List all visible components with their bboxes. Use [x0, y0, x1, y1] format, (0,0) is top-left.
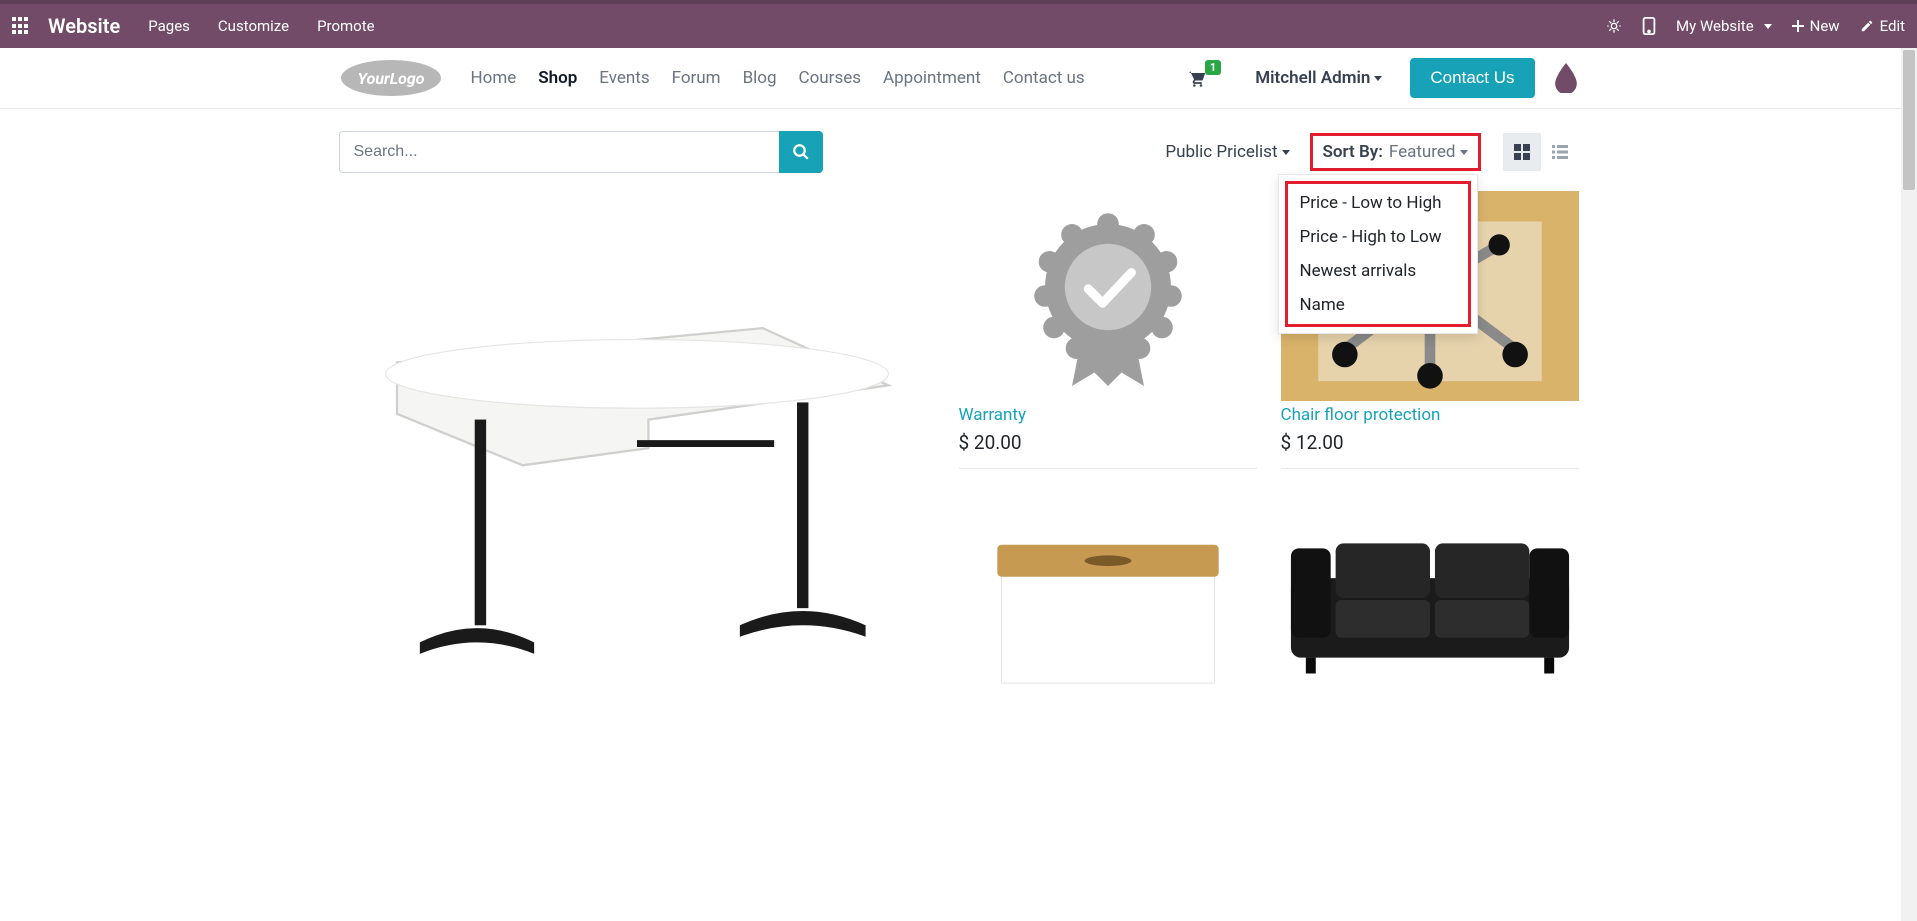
edit-label: Edit: [1880, 17, 1905, 35]
product-card-sofa[interactable]: [1281, 493, 1579, 703]
apps-icon[interactable]: [12, 17, 30, 35]
admin-menu-pages[interactable]: Pages: [148, 17, 190, 35]
user-dropdown[interactable]: Mitchell Admin: [1255, 68, 1382, 88]
view-toggle: [1503, 133, 1579, 171]
chevron-down-icon: [1460, 150, 1468, 155]
admin-menu-customize[interactable]: Customize: [218, 17, 289, 35]
new-label: New: [1810, 17, 1840, 35]
nav-courses[interactable]: Courses: [799, 68, 861, 88]
product-image: [1281, 493, 1579, 703]
pricelist-label: Public Pricelist: [1165, 142, 1277, 162]
sort-option-newest[interactable]: Newest arrivals: [1288, 254, 1468, 288]
site-logo[interactable]: YourLogo: [339, 58, 443, 98]
divider: [959, 468, 1257, 469]
mobile-icon[interactable]: [1642, 17, 1656, 35]
search-wrap: [339, 131, 823, 173]
website-selector-label: My Website: [1676, 17, 1754, 35]
admin-brand[interactable]: Website: [48, 14, 120, 38]
sort-by-dropdown[interactable]: Sort By: Featured Price - Low to High Pr…: [1310, 133, 1481, 171]
product-image: [959, 493, 1257, 703]
sort-by-value: Featured: [1389, 142, 1468, 162]
product-card-desk[interactable]: [339, 191, 935, 703]
search-input[interactable]: [339, 131, 779, 173]
cart-button[interactable]: 1: [1185, 68, 1207, 88]
product-image: [339, 191, 935, 671]
svg-text:YourLogo: YourLogo: [357, 69, 424, 88]
admin-menus: Pages Customize Promote: [148, 17, 374, 35]
site-nav: Home Shop Events Forum Blog Courses Appo…: [471, 68, 1085, 88]
edit-button[interactable]: Edit: [1860, 17, 1905, 35]
product-card-warranty[interactable]: Warranty $ 20.00: [959, 191, 1257, 469]
scrollbar-thumb[interactable]: [1903, 50, 1915, 190]
nav-appointment[interactable]: Appointment: [883, 68, 981, 88]
user-name: Mitchell Admin: [1255, 68, 1370, 88]
sort-dropdown-panel: Price - Low to High Price - High to Low …: [1278, 174, 1478, 334]
list-view-button[interactable]: [1541, 133, 1579, 171]
product-price: $ 12.00: [1281, 431, 1579, 454]
nav-forum[interactable]: Forum: [672, 68, 721, 88]
scrollbar[interactable]: [1901, 48, 1917, 921]
nav-blog[interactable]: Blog: [743, 68, 777, 88]
chevron-down-icon: [1764, 24, 1772, 29]
divider: [1281, 468, 1579, 469]
shop-toolbar: Public Pricelist Sort By: Featured Price…: [319, 131, 1599, 173]
cart-badge: 1: [1205, 60, 1221, 75]
website-selector[interactable]: My Website: [1676, 17, 1772, 35]
grid-view-button[interactable]: [1503, 133, 1541, 171]
product-image: [959, 191, 1257, 401]
contact-us-button[interactable]: Contact Us: [1410, 58, 1534, 98]
search-button[interactable]: [779, 131, 823, 173]
chevron-down-icon: [1282, 150, 1290, 155]
sort-option-price-desc[interactable]: Price - High to Low: [1288, 220, 1468, 254]
nav-events[interactable]: Events: [599, 68, 649, 88]
product-name[interactable]: Warranty: [959, 405, 1257, 425]
sort-by-label: Sort By:: [1323, 142, 1383, 162]
admin-bar: Website Pages Customize Promote My Websi…: [0, 0, 1917, 48]
product-price: $ 20.00: [959, 431, 1257, 454]
admin-menu-promote[interactable]: Promote: [317, 17, 375, 35]
sort-option-name[interactable]: Name: [1288, 288, 1468, 322]
product-name[interactable]: Chair floor protection: [1281, 405, 1579, 425]
chevron-down-icon: [1374, 76, 1382, 81]
pricelist-dropdown[interactable]: Public Pricelist: [1165, 142, 1289, 162]
nav-contact[interactable]: Contact us: [1003, 68, 1085, 88]
new-button[interactable]: New: [1792, 17, 1840, 35]
theme-color-drop-icon[interactable]: [1553, 63, 1579, 93]
sort-option-price-asc[interactable]: Price - Low to High: [1288, 186, 1468, 220]
bug-icon[interactable]: [1606, 18, 1622, 34]
nav-shop[interactable]: Shop: [538, 68, 577, 88]
nav-home[interactable]: Home: [471, 68, 517, 88]
site-header: YourLogo Home Shop Events Forum Blog Cou…: [0, 48, 1917, 109]
product-card-box[interactable]: [959, 493, 1257, 703]
